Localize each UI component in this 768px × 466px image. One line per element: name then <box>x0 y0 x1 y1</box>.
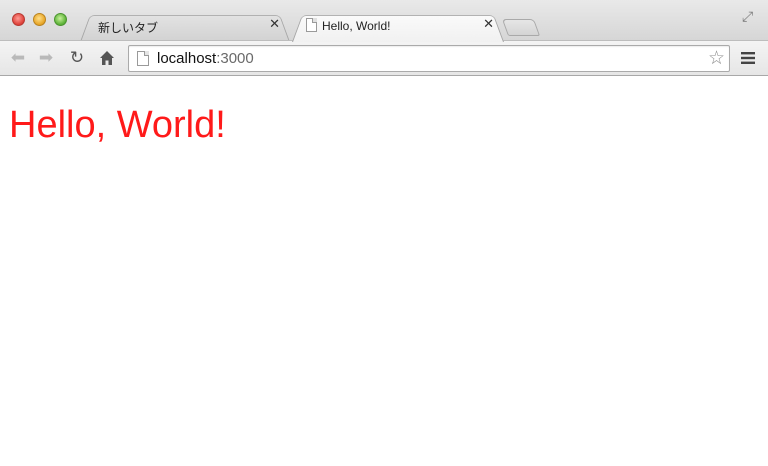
fullscreen-icon[interactable]: ⤢ <box>742 10 756 24</box>
tab-close-icon[interactable]: ✕ <box>269 17 280 33</box>
window-close-button[interactable] <box>12 13 25 26</box>
new-tab-button[interactable] <box>501 19 541 36</box>
tab-close-icon[interactable]: ✕ <box>483 17 494 33</box>
star-icon[interactable]: ☆ <box>708 47 725 69</box>
window-minimize-button[interactable] <box>33 13 46 26</box>
reload-icon[interactable]: ↻ <box>67 48 87 68</box>
page-heading: Hello, World! <box>9 104 226 146</box>
page-icon <box>137 51 149 66</box>
home-icon[interactable] <box>97 48 117 68</box>
back-arrow-icon[interactable]: ⬅ <box>8 48 28 68</box>
url-text[interactable]: localhost:3000 <box>157 50 254 68</box>
browser-toolbar: ⬅ ➡ ↻ localhost:3000 ☆ <box>0 40 768 76</box>
tab-strip: 新しいタブ ✕ Hello, World! ✕ ⤢ <box>0 0 768 42</box>
url-host: localhost <box>157 50 217 67</box>
url-port: :3000 <box>216 50 254 67</box>
tab-new-tab[interactable]: 新しいタブ ✕ <box>80 12 290 42</box>
page-content: Hello, World! <box>0 77 768 466</box>
page-icon <box>306 18 317 32</box>
tab-label: 新しいタブ <box>98 21 159 35</box>
tab-hello-world[interactable]: Hello, World! ✕ <box>292 12 504 42</box>
hamburger-menu-icon[interactable] <box>738 48 758 68</box>
tab-label: Hello, World! <box>322 19 391 33</box>
address-bar[interactable]: localhost:3000 ☆ <box>128 45 730 72</box>
forward-arrow-icon[interactable]: ➡ <box>36 48 56 68</box>
window-zoom-button[interactable] <box>54 13 67 26</box>
